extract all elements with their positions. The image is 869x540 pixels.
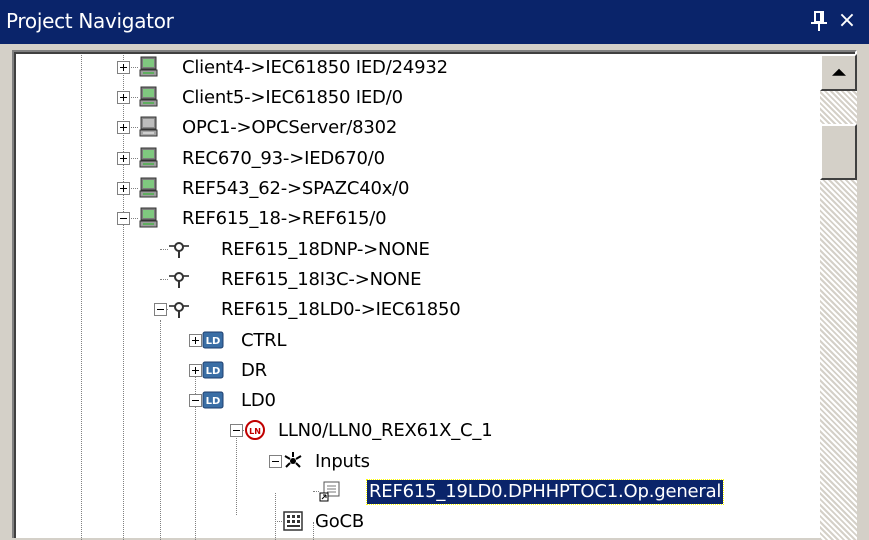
tree-node-label[interactable]: CTRL [239, 329, 288, 353]
close-icon[interactable]: × [836, 6, 858, 36]
access-point-icon [168, 298, 190, 320]
svg-text:LD: LD [206, 366, 221, 377]
tree-node[interactable]: REF615_18I3C->NONE [14, 266, 820, 294]
collapse-icon[interactable] [230, 424, 243, 437]
tree-node[interactable]: REF615_18LD0->IEC61850 [14, 296, 820, 324]
tree-connector [275, 521, 282, 522]
expand-icon[interactable] [189, 364, 202, 377]
tree-node-label[interactable]: DR [239, 359, 269, 383]
tree-node-label[interactable]: REF543_62->SPAZC40x/0 [180, 177, 411, 201]
tree-node-label[interactable]: Inputs [313, 450, 372, 474]
computer-icon [138, 56, 160, 78]
tree-node-label[interactable]: Client5->IEC61850 IED/0 [180, 86, 405, 110]
goose-control-block-icon [282, 510, 304, 532]
computer-icon [138, 147, 160, 169]
access-point-icon [168, 268, 190, 290]
logical-device-icon: LD [202, 389, 224, 411]
tree-node[interactable]: REF615_18->REF615/0 [14, 205, 820, 233]
tree-node[interactable]: LD CTRL [14, 327, 820, 355]
tree-node[interactable]: REF615_19LD0.DPHHPTOC1.Op.general [14, 478, 820, 506]
collapse-icon[interactable] [189, 394, 202, 407]
tree-node-label[interactable]: LLN0/LLN0_REX61X_C_1 [276, 419, 494, 443]
expand-icon[interactable] [117, 182, 130, 195]
collapse-icon[interactable] [269, 455, 282, 468]
scroll-up-arrow-icon[interactable] [820, 54, 857, 91]
input-signal-icon [319, 480, 341, 502]
tree-node-label[interactable]: REF615_18->REF615/0 [180, 207, 388, 231]
tree-node[interactable]: LD DR [14, 357, 820, 385]
logical-device-icon: LD [202, 359, 224, 381]
tree-node-label[interactable]: REF615_18I3C->NONE [219, 268, 423, 292]
inputs-icon [282, 450, 304, 472]
tree-node-label[interactable]: Client4->IEC61850 IED/24932 [180, 56, 450, 80]
vertical-scrollbar[interactable] [820, 54, 857, 540]
expand-icon[interactable] [117, 152, 130, 165]
collapse-icon[interactable] [154, 303, 167, 316]
tree-node[interactable]: OPC1->OPCServer/8302 [14, 114, 820, 142]
tree-node[interactable]: LN LLN0/LLN0_REX61X_C_1 [14, 417, 820, 445]
tree-node[interactable]: Client4->IEC61850 IED/24932 [14, 54, 820, 82]
svg-text:LD: LD [206, 336, 221, 347]
access-point-icon [168, 238, 190, 260]
collapse-icon[interactable] [117, 212, 130, 225]
tree-node[interactable]: LD LD0 [14, 387, 820, 415]
expand-icon[interactable] [189, 334, 202, 347]
tree-node-label[interactable]: OPC1->OPCServer/8302 [180, 116, 399, 140]
tree-node-label[interactable]: LD0 [239, 389, 278, 413]
logical-node-icon: LN [244, 419, 266, 441]
svg-text:LN: LN [249, 427, 261, 436]
expand-icon[interactable] [117, 61, 130, 74]
panel-title: Project Navigator [6, 9, 174, 33]
tree-node[interactable]: REF615_18DNP->NONE [14, 236, 820, 264]
tree-node[interactable]: GoCB [14, 508, 820, 536]
expand-icon[interactable] [117, 91, 130, 104]
computer-gray-icon [138, 116, 160, 138]
tree-node[interactable]: Inputs [14, 448, 820, 476]
tree-node-label[interactable]: REF615_18DNP->NONE [219, 238, 432, 262]
computer-icon [138, 177, 160, 199]
svg-text:LD: LD [206, 396, 221, 407]
tree-node[interactable]: REC670_93->IED670/0 [14, 145, 820, 173]
tree-node-label[interactable]: REC670_93->IED670/0 [180, 147, 387, 171]
pin-icon[interactable] [808, 6, 830, 36]
computer-icon [138, 86, 160, 108]
computer-icon [138, 207, 160, 229]
logical-device-icon: LD [202, 329, 224, 351]
tree-node-label[interactable]: GoCB [313, 510, 366, 534]
project-tree: Client4->IEC61850 IED/24932 Client5->IEC6… [14, 52, 820, 540]
tree-connector [160, 249, 168, 250]
tree-node[interactable]: REF543_62->SPAZC40x/0 [14, 175, 820, 203]
title-bar: Project Navigator × [0, 0, 869, 44]
tree-node-label[interactable]: REF615_19LD0.DPHHPTOC1.Op.general [365, 479, 725, 505]
scrollbar-thumb[interactable] [820, 124, 857, 180]
tree-node[interactable]: Client5->IEC61850 IED/0 [14, 84, 820, 112]
expand-icon[interactable] [117, 121, 130, 134]
tree-panel: Client4->IEC61850 IED/24932 Client5->IEC6… [12, 50, 857, 540]
tree-node-label[interactable]: REF615_18LD0->IEC61850 [219, 298, 463, 322]
tree-connector [160, 279, 168, 280]
